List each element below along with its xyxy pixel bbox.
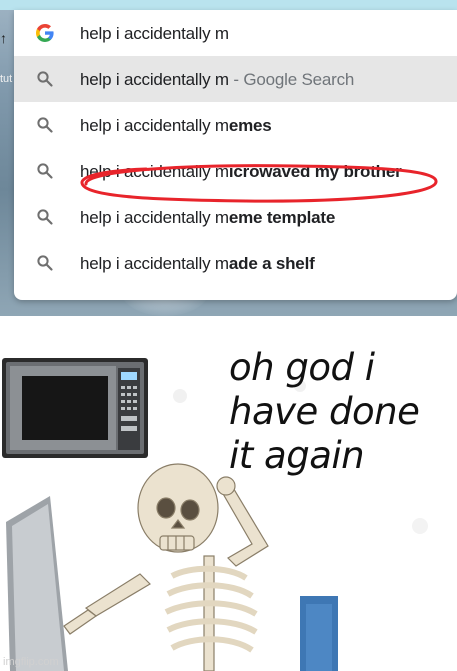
suggestion-made-a-shelf[interactable]: help i accidentally made a shelf: [14, 240, 457, 286]
search-query-row[interactable]: help i accidentally m: [14, 10, 457, 56]
caption-line: oh god i: [229, 346, 375, 389]
suggestion-text: help i accidentally meme template: [80, 208, 336, 227]
suggestion-text: help i accidentally made a shelf: [80, 254, 315, 273]
search-icon: [36, 162, 54, 180]
search-suggestions-screenshot: ↑ tut help i accidentally m help i accid…: [0, 0, 457, 316]
suggestion-memes[interactable]: help i accidentally memes: [14, 102, 457, 148]
meme-panel: oh god i have done it again imgflip.com: [0, 316, 457, 671]
partial-arrow-icon: ↑: [0, 30, 7, 46]
search-icon: [36, 116, 54, 134]
search-icon: [36, 254, 54, 272]
browser-top-strip: [0, 0, 457, 10]
suggestion-google-search[interactable]: help i accidentally m - Google Search: [14, 56, 457, 102]
search-suggestions-dropdown: help i accidentally m help i accidentall…: [14, 10, 457, 300]
partial-background-text: tut: [0, 73, 13, 85]
caption-line: it again: [229, 434, 365, 477]
google-g-icon: [36, 24, 54, 42]
microwave: [2, 358, 148, 458]
imgflip-watermark: imgflip.com: [3, 656, 59, 668]
suggestion-text: help i accidentally m: [80, 24, 229, 43]
red-circle-annotation: [80, 164, 438, 203]
skeleton: [63, 463, 269, 671]
search-icon: [36, 70, 54, 88]
meme-caption: oh god i have done it again: [229, 346, 451, 478]
suggestion-text: help i accidentally memes: [80, 116, 272, 135]
laptop: [6, 496, 68, 671]
caption-line: have done: [229, 390, 420, 433]
suggestion-text: help i accidentally m - Google Search: [80, 70, 355, 89]
search-icon: [36, 208, 54, 226]
chair: [300, 596, 338, 671]
